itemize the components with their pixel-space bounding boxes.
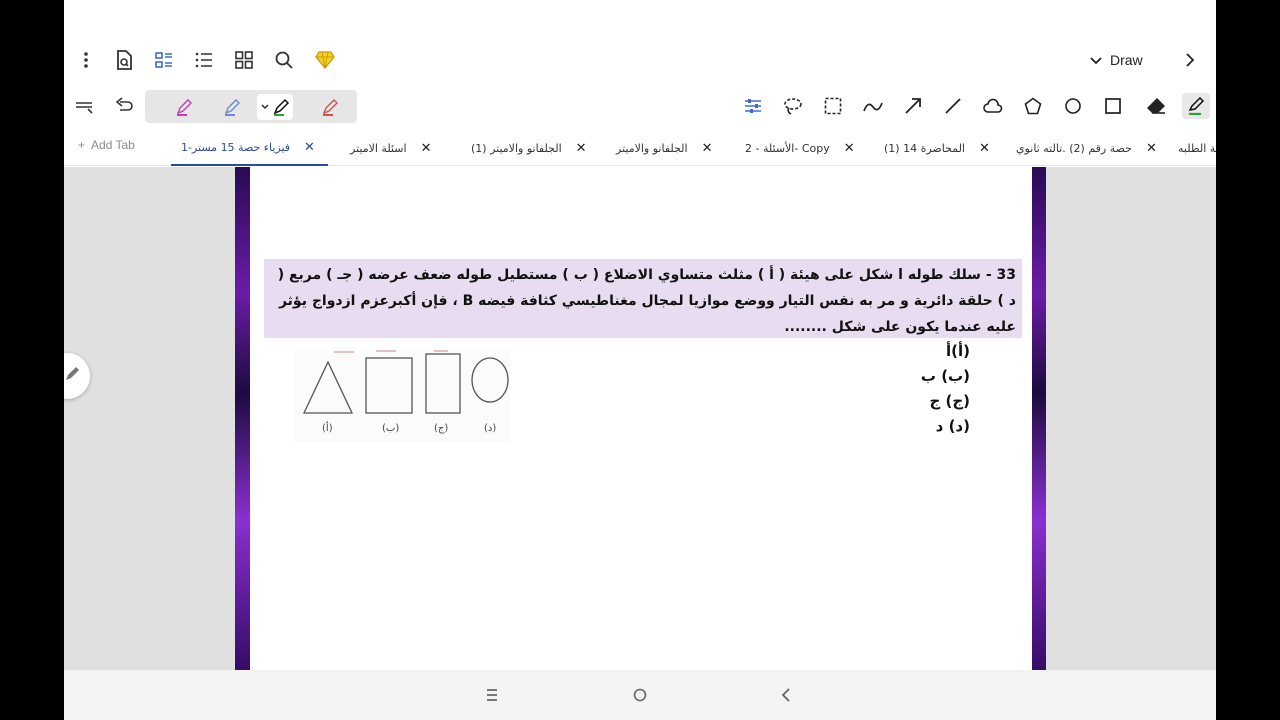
drawing-toolbar xyxy=(64,88,1216,124)
undo-icon[interactable] xyxy=(112,94,136,118)
tab-label: حة الطلبه xyxy=(1178,141,1216,155)
search-icon[interactable] xyxy=(272,48,296,72)
rectangle-icon[interactable] xyxy=(1101,94,1125,118)
answer-options: (أ)أ (ب) ب (ج) ج (د) د xyxy=(830,339,970,439)
list-icon[interactable] xyxy=(192,48,216,72)
tab-label: فيزياء حصة 15 مستر-1 xyxy=(181,140,291,154)
pen-tray xyxy=(145,90,357,123)
figure-label-c: (ج) xyxy=(434,423,449,434)
system-nav-bar xyxy=(64,670,1216,720)
pen-magenta[interactable] xyxy=(171,94,197,120)
adjust-icon[interactable] xyxy=(741,94,765,118)
figure-label-b: (ب) xyxy=(382,423,400,434)
close-icon[interactable]: ✕ xyxy=(979,141,990,156)
tab-label: المحاضرة 14 (1) xyxy=(884,141,965,155)
more-vert-icon[interactable] xyxy=(74,48,98,72)
chevron-down-icon xyxy=(1090,52,1102,68)
close-icon[interactable]: ✕ xyxy=(421,141,432,156)
page-layout-icon[interactable] xyxy=(152,48,176,72)
shapes-figure: (أ) (ب) (ج) (د) xyxy=(294,350,510,442)
close-icon[interactable]: ✕ xyxy=(1146,141,1157,156)
pen-edit-icon xyxy=(64,366,80,386)
pen-green-selected[interactable] xyxy=(257,94,293,120)
toolbar-collapse-icon[interactable] xyxy=(72,94,96,118)
pentagon-icon[interactable] xyxy=(1021,94,1045,118)
tab[interactable]: حة الطلبه xyxy=(1178,130,1216,166)
tab[interactable]: الجلفانو والاميتر (1) ✕ xyxy=(471,130,587,166)
tab-active[interactable]: فيزياء حصة 15 مستر-1 ✕ xyxy=(171,130,328,166)
close-icon[interactable]: ✕ xyxy=(844,141,855,156)
eraser-icon[interactable] xyxy=(1144,94,1168,118)
cloud-icon[interactable] xyxy=(981,94,1005,118)
tab-label: الجلفانو والاميتر xyxy=(616,141,688,155)
line-icon[interactable] xyxy=(941,94,965,118)
back-icon[interactable] xyxy=(774,684,798,706)
chevron-right-icon[interactable] xyxy=(1178,48,1202,72)
add-tab-label: Add Tab xyxy=(91,138,135,152)
pen-blue[interactable] xyxy=(219,94,245,120)
lasso-icon[interactable] xyxy=(781,94,805,118)
document-page[interactable]: 33 - سلك طوله l شكل على هيئة ( أ ) مثلث … xyxy=(250,167,1032,670)
tab[interactable]: الجلفانو والاميتر ✕ xyxy=(616,130,712,166)
tab[interactable]: المحاضرة 14 (1) ✕ xyxy=(884,130,990,166)
tab[interactable]: اسئلة الاميتر ✕ xyxy=(350,130,431,166)
home-icon[interactable] xyxy=(628,684,652,706)
tab-label: الجلفانو والاميتر (1) xyxy=(471,141,562,155)
figure-label-a: (أ) xyxy=(322,423,333,434)
close-icon[interactable]: ✕ xyxy=(702,141,713,156)
tab-label: اسئلة الاميتر xyxy=(350,141,407,155)
tab-strip: + Add Tab فيزياء حصة 15 مستر-1 ✕ اسئلة ا… xyxy=(64,130,1216,166)
draw-mode-label: Draw xyxy=(1110,52,1143,68)
document-viewport[interactable]: 33 - سلك طوله l شكل على هيئة ( أ ) مثلث … xyxy=(64,167,1216,670)
question-text: 33 - سلك طوله l شكل على هيئة ( أ ) مثلث … xyxy=(264,259,1022,338)
add-tab-button[interactable]: + Add Tab xyxy=(78,138,135,152)
recent-apps-icon[interactable] xyxy=(480,684,504,706)
figure-label-d: (د) xyxy=(484,423,497,434)
tab-label: الأسئلة - 2- Copy xyxy=(745,141,830,155)
plus-icon: + xyxy=(78,138,86,152)
arrow-icon[interactable] xyxy=(901,94,925,118)
circle-icon[interactable] xyxy=(1061,94,1085,118)
option-c: (ج) ج xyxy=(929,392,970,410)
pen-side-handle[interactable] xyxy=(64,353,90,399)
line-wave-icon[interactable] xyxy=(861,94,885,118)
option-b: (ب) ب xyxy=(920,367,970,385)
option-d: (د) د xyxy=(935,417,970,435)
top-bar: Draw xyxy=(64,36,1216,82)
option-a: (أ)أ xyxy=(946,342,970,360)
document-search-icon[interactable] xyxy=(112,48,136,72)
app-window: Draw + Add Tab فيزياء حصة 15 مستر-1 ✕ اس… xyxy=(64,0,1216,720)
close-icon[interactable]: ✕ xyxy=(304,140,315,155)
highlighter-icon[interactable] xyxy=(1182,93,1210,119)
grid-icon[interactable] xyxy=(232,48,256,72)
select-rect-icon[interactable] xyxy=(821,94,845,118)
tab-label: حصة رقم (2) .تالته ثانوي xyxy=(1016,141,1132,155)
tab[interactable]: الأسئلة - 2- Copy ✕ xyxy=(745,130,855,166)
tab[interactable]: حصة رقم (2) .تالته ثانوي ✕ xyxy=(1016,130,1157,166)
close-icon[interactable]: ✕ xyxy=(576,141,587,156)
premium-diamond-icon[interactable] xyxy=(313,48,337,72)
pen-red[interactable] xyxy=(317,94,343,120)
draw-mode-dropdown[interactable]: Draw xyxy=(1090,48,1143,72)
